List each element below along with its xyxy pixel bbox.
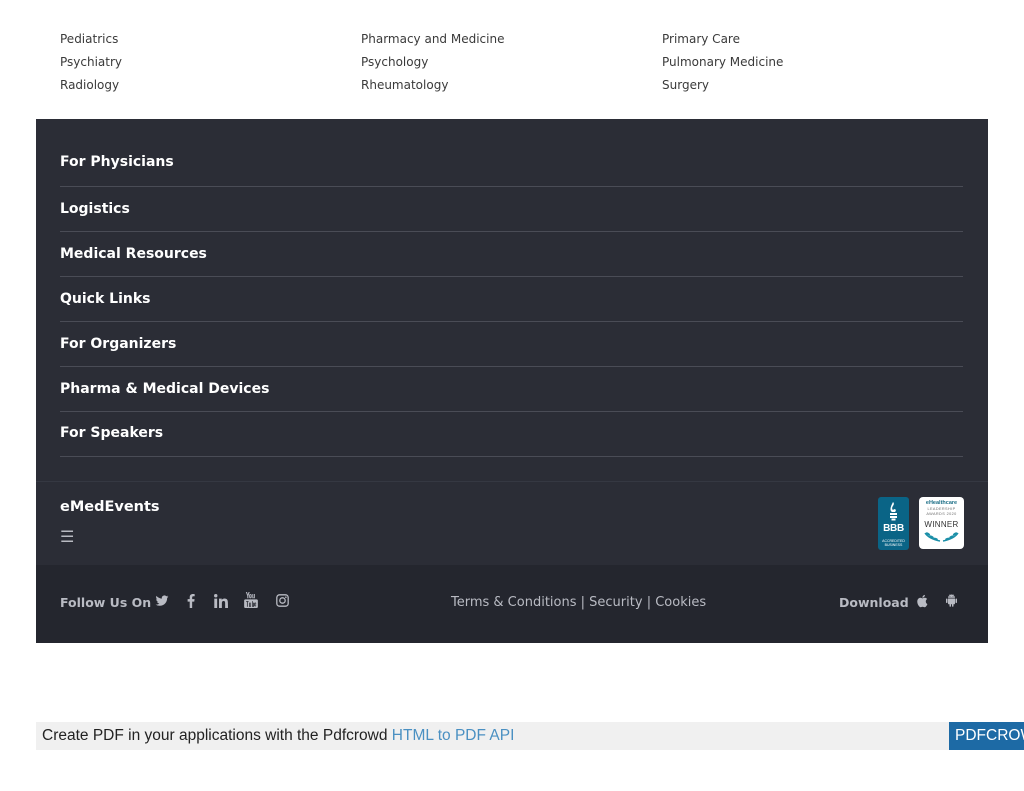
pdfcrowd-button[interactable]: PDFCROWD bbox=[949, 722, 1024, 750]
accordion-medical-resources[interactable]: Medical Resources bbox=[60, 232, 963, 277]
accordion-for-physicians[interactable]: For Physicians bbox=[60, 141, 963, 187]
security-link[interactable]: Security bbox=[589, 595, 642, 610]
pdfcrowd-banner: Create PDF in your applications with the… bbox=[36, 722, 1024, 750]
legal-separator: | bbox=[580, 595, 590, 610]
specialty-links: Pediatrics Psychiatry Radiology Pharmacy… bbox=[60, 31, 980, 97]
specialty-link-radiology[interactable]: Radiology bbox=[60, 77, 360, 100]
pdfcrowd-message: Create PDF in your applications with the… bbox=[42, 727, 392, 744]
bbb-torch-icon bbox=[890, 502, 897, 521]
pdfcrowd-api-link[interactable]: HTML to PDF API bbox=[392, 727, 515, 744]
specialty-link-pediatrics[interactable]: Pediatrics bbox=[60, 31, 360, 54]
award-subtitle: LEADERSHIP AWARDS 2020 bbox=[926, 507, 957, 516]
legal-separator: | bbox=[646, 595, 656, 610]
footer-accordion: For Physicians Logistics Medical Resourc… bbox=[60, 141, 963, 457]
legal-links: Terms & Conditions | Security | Cookies bbox=[451, 595, 706, 610]
specialty-link-primary-care[interactable]: Primary Care bbox=[662, 31, 962, 54]
award-label: WINNER bbox=[924, 520, 959, 529]
specialty-link-pulmonary[interactable]: Pulmonary Medicine bbox=[662, 54, 962, 77]
specialty-column-3: Primary Care Pulmonary Medicine Surgery bbox=[662, 31, 962, 100]
specialty-link-surgery[interactable]: Surgery bbox=[662, 77, 962, 100]
pdfcrowd-text: Create PDF in your applications with the… bbox=[42, 727, 514, 745]
specialty-link-psychology[interactable]: Psychology bbox=[361, 54, 661, 77]
laurel-icon bbox=[924, 532, 959, 542]
instagram-icon[interactable] bbox=[276, 592, 292, 610]
accordion-logistics[interactable]: Logistics bbox=[60, 187, 963, 232]
ehealthcare-award-badge[interactable]: eHealthcare LEADERSHIP AWARDS 2020 WINNE… bbox=[919, 497, 964, 549]
bbb-caption: ACCREDITED BUSINESS bbox=[878, 539, 909, 547]
terms-link[interactable]: Terms & Conditions bbox=[451, 595, 577, 610]
accordion-pharma-devices[interactable]: Pharma & Medical Devices bbox=[60, 367, 963, 412]
linkedin-icon[interactable] bbox=[214, 592, 230, 610]
accordion-for-organizers[interactable]: For Organizers bbox=[60, 322, 963, 367]
specialty-link-rheumatology[interactable]: Rheumatology bbox=[361, 77, 661, 100]
facebook-icon[interactable] bbox=[186, 592, 202, 610]
twitter-icon[interactable] bbox=[155, 592, 171, 610]
specialty-link-pharmacy[interactable]: Pharmacy and Medicine bbox=[361, 31, 661, 54]
footer-brand-bar: eMedEvents ☰ BBB ACCREDITED BUSINESS eHe… bbox=[36, 481, 988, 565]
footer-main: For Physicians Logistics Medical Resourc… bbox=[36, 119, 988, 481]
android-icon[interactable] bbox=[946, 594, 960, 610]
apple-icon[interactable] bbox=[916, 594, 930, 610]
youtube-icon[interactable] bbox=[244, 592, 260, 610]
specialty-column-2: Pharmacy and Medicine Psychology Rheumat… bbox=[361, 31, 661, 100]
specialty-link-psychiatry[interactable]: Psychiatry bbox=[60, 54, 360, 77]
download-label: Download bbox=[839, 595, 909, 610]
follow-us-label: Follow Us On bbox=[60, 595, 152, 610]
accordion-quick-links[interactable]: Quick Links bbox=[60, 277, 963, 322]
footer-bottom-bar: Follow Us On Terms & Conditions | Securi… bbox=[36, 565, 988, 643]
award-title: eHealthcare bbox=[925, 500, 958, 506]
bbb-letters: BBB bbox=[883, 523, 904, 534]
accordion-for-speakers[interactable]: For Speakers bbox=[60, 412, 963, 457]
brand-name[interactable]: eMedEvents bbox=[60, 499, 160, 515]
bbb-accredited-badge[interactable]: BBB ACCREDITED BUSINESS bbox=[878, 497, 909, 550]
specialty-column-1: Pediatrics Psychiatry Radiology bbox=[60, 31, 360, 100]
hamburger-menu-icon[interactable]: ☰ bbox=[60, 530, 74, 546]
cookies-link[interactable]: Cookies bbox=[655, 595, 706, 610]
